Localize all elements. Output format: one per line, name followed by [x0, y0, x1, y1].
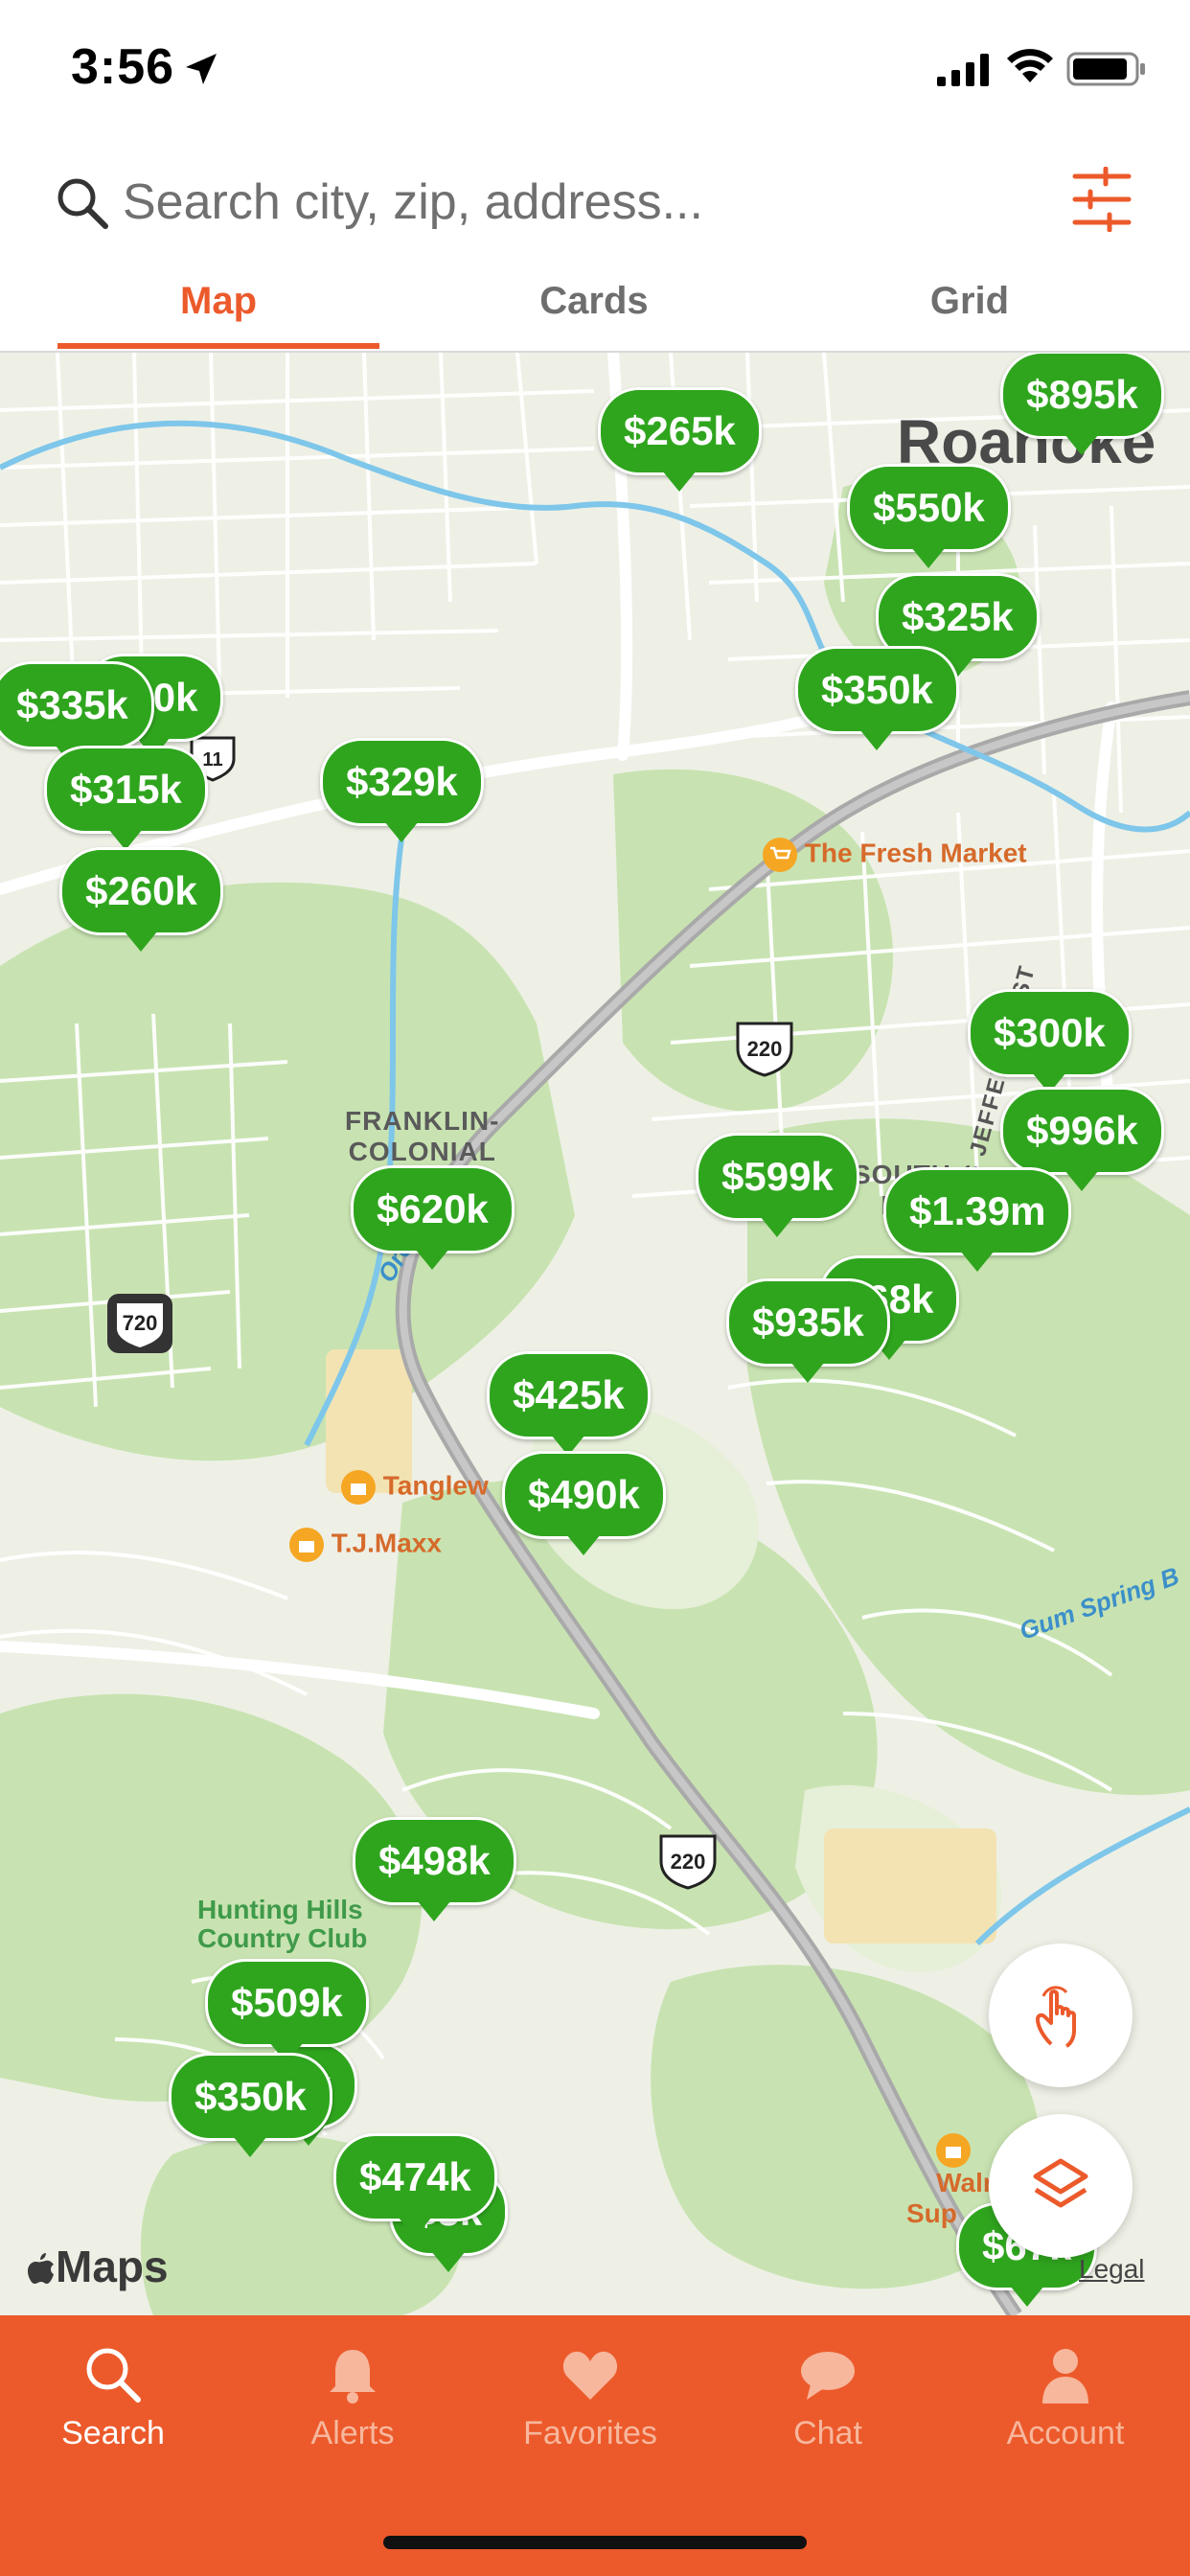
draw-search-button[interactable]: [989, 1944, 1133, 2087]
chat-bubble-icon: [801, 2352, 855, 2400]
status-bar: 3:56: [0, 0, 1190, 134]
price-marker[interactable]: $300k: [968, 989, 1132, 1093]
shopping-cart-icon: [763, 838, 797, 872]
active-tab-indicator: [57, 343, 379, 349]
search-input[interactable]: [121, 171, 910, 234]
poi-tanglewood[interactable]: Tanglew: [341, 1470, 489, 1505]
nav-chat[interactable]: Chat: [732, 2344, 924, 2452]
shield-220-label: 220: [671, 1850, 706, 1874]
tab-cards[interactable]: Cards: [460, 280, 728, 323]
price-marker[interactable]: $335k: [0, 661, 154, 766]
price-marker[interactable]: $315k: [44, 746, 208, 850]
home-indicator: [383, 2536, 807, 2549]
price-marker[interactable]: $509k: [205, 1959, 369, 2063]
poi-tanglewood-label: Tanglew: [382, 1470, 489, 1501]
tab-map[interactable]: Map: [57, 280, 379, 323]
shopping-bag-icon: [289, 1528, 324, 1562]
price-marker[interactable]: $1.39m: [883, 1167, 1072, 1272]
poi-fresh-market[interactable]: The Fresh Market: [763, 838, 1027, 872]
nav-alerts-label: Alerts: [310, 2415, 395, 2451]
poi-fresh-market-label: The Fresh Market: [804, 838, 1027, 868]
price-marker[interactable]: $350k: [795, 646, 959, 750]
price-marker[interactable]: $895k: [1000, 353, 1164, 455]
search-icon: [57, 178, 108, 229]
nav-search-label: Search: [61, 2415, 165, 2451]
hand-pointer-icon: [1036, 1986, 1076, 2048]
shopping-bag-icon: [936, 2133, 972, 2168]
cellular-signal-icon: [937, 54, 989, 86]
nav-search[interactable]: Search: [17, 2344, 209, 2452]
layers-icon: [1033, 2158, 1088, 2208]
person-icon: [1042, 2349, 1088, 2404]
apple-logo-icon: [28, 2253, 54, 2284]
map-layers-button[interactable]: [989, 2114, 1133, 2258]
bell-icon: [330, 2350, 376, 2404]
price-marker[interactable]: $329k: [320, 738, 484, 842]
price-marker[interactable]: $490k: [502, 1451, 666, 1555]
bottom-tab-bar: Search Alerts Favorites Chat Account: [0, 2315, 1190, 2576]
price-marker[interactable]: $350k: [169, 2053, 332, 2157]
legal-link[interactable]: Legal: [1079, 2254, 1145, 2285]
route-720-shield-icon: 720: [107, 1294, 172, 1353]
apple-maps-attribution: Maps: [27, 2241, 169, 2292]
view-tabs: Map Cards Grid: [0, 270, 1190, 351]
price-marker[interactable]: $599k: [696, 1133, 859, 1237]
poi-tjmaxx-label: T.J.Maxx: [331, 1528, 442, 1558]
nav-chat-label: Chat: [793, 2415, 862, 2451]
price-marker[interactable]: $498k: [353, 1817, 516, 1921]
nav-favorites[interactable]: Favorites: [494, 2344, 686, 2452]
us-220-shield-icon: 220: [659, 1834, 717, 1890]
poi-hunting-hills[interactable]: Hunting Hills Country Club: [197, 1896, 367, 1953]
map-view[interactable]: Roanoke FRANKLIN- COLONIAL SOUTH RO The …: [0, 353, 1190, 2315]
price-marker[interactable]: $935k: [726, 1278, 890, 1383]
poi-tjmaxx[interactable]: T.J.Maxx: [289, 1528, 442, 1562]
price-marker[interactable]: $620k: [351, 1165, 515, 1270]
price-marker[interactable]: $550k: [847, 464, 1011, 568]
price-marker[interactable]: $474k: [333, 2133, 497, 2238]
nav-account[interactable]: Account: [970, 2344, 1161, 2452]
status-time: 3:56: [71, 39, 175, 95]
search-icon: [86, 2348, 141, 2403]
price-marker[interactable]: $996k: [1000, 1087, 1164, 1191]
nav-alerts[interactable]: Alerts: [257, 2344, 448, 2452]
shopping-bag-icon: [341, 1470, 376, 1505]
filter-sliders-icon[interactable]: [1071, 167, 1133, 232]
location-arrow-icon: [186, 54, 217, 84]
price-marker[interactable]: $265k: [598, 387, 762, 492]
wifi-icon: [1007, 49, 1053, 82]
shield-720-label: 720: [123, 1311, 158, 1335]
price-marker[interactable]: $425k: [487, 1351, 651, 1456]
nav-favorites-label: Favorites: [523, 2415, 657, 2451]
maps-label: Maps: [56, 2242, 169, 2291]
search-bar: [0, 144, 1190, 259]
tab-grid[interactable]: Grid: [843, 280, 1096, 323]
battery-icon: [1066, 52, 1145, 86]
shield-220-label: 220: [747, 1037, 783, 1061]
us-220-shield-icon: 220: [736, 1022, 793, 1077]
price-marker[interactable]: $260k: [59, 847, 223, 952]
heart-icon: [562, 2351, 618, 2400]
nav-account-label: Account: [1006, 2415, 1125, 2451]
map-area-label-franklin-colonial: FRANKLIN- COLONIAL: [345, 1106, 500, 1166]
shield-11-label: 11: [202, 749, 222, 770]
